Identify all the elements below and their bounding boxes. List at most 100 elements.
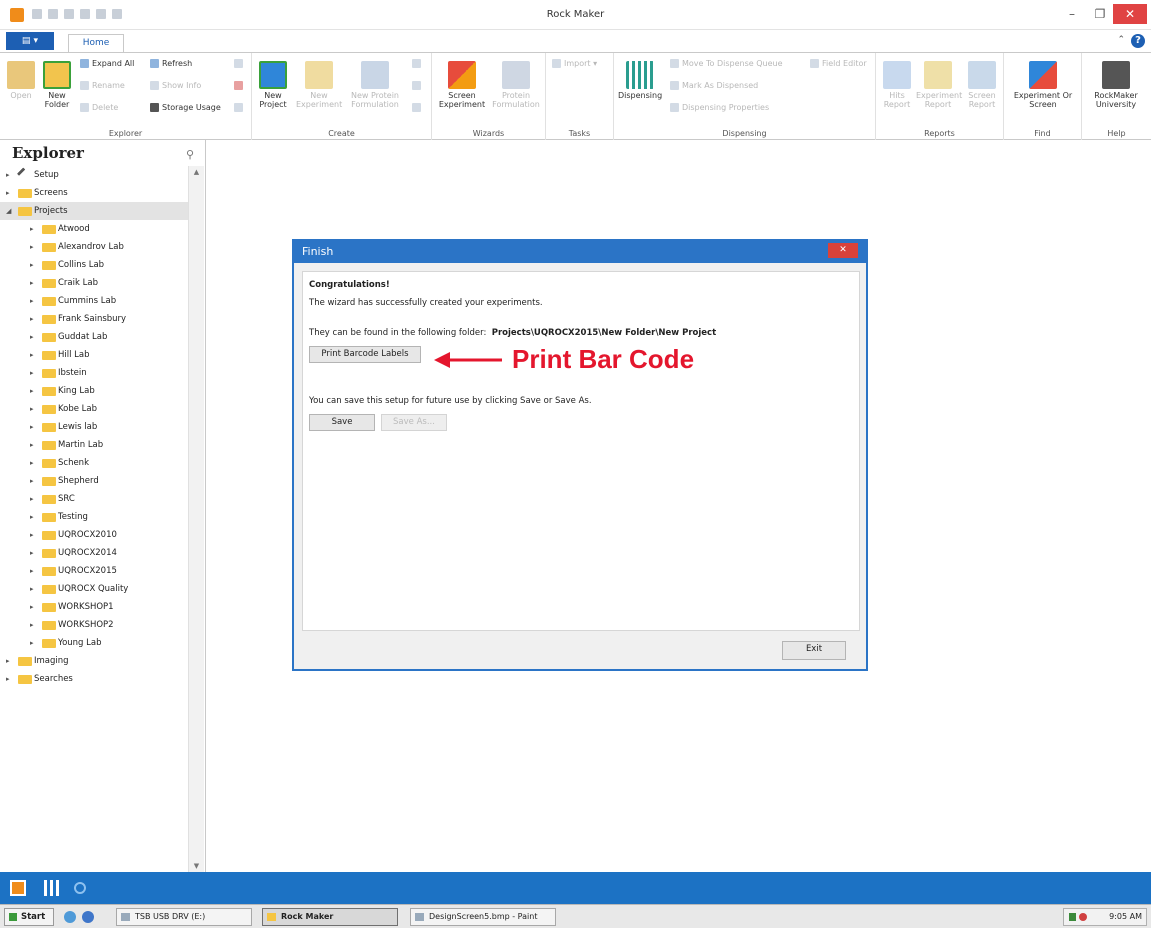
expand-arrow-icon[interactable]: ▸ [6,670,10,688]
ribbon-extra-icon-2[interactable] [234,81,246,90]
tree-item[interactable]: ▸ Lewis lab [0,418,188,436]
tree-item[interactable]: ▸ Ibstein [0,364,188,382]
tree-item[interactable]: ▸ UQROCX2015 [0,562,188,580]
tree-item[interactable]: ▸ WORKSHOP2 [0,616,188,634]
tree-item[interactable]: ▸ King Lab [0,382,188,400]
tree-item[interactable]: ▸ SRC [0,490,188,508]
new-protein-formulation-button[interactable]: New Protein Formulation [346,61,404,109]
new-project-button[interactable]: New Project [256,61,290,109]
tree-item[interactable]: ▸ UQROCX2014 [0,544,188,562]
tree-item[interactable]: ▸ UQROCX2010 [0,526,188,544]
expand-arrow-icon[interactable]: ▸ [30,598,34,616]
tree-item[interactable]: ▸ Kobe Lab [0,400,188,418]
search-bar-icon[interactable] [74,882,86,894]
move-to-dispense-queue-button[interactable]: Move To Dispense Queue [670,59,783,68]
expand-arrow-icon[interactable]: ▸ [6,166,10,184]
tree-item[interactable]: ◢ Projects [0,202,188,220]
mark-as-dispensed-button[interactable]: Mark As Dispensed [670,81,758,90]
explorer-quicklaunch-icon[interactable] [82,911,94,923]
scroll-down-icon[interactable]: ▼ [189,862,204,870]
tree-item[interactable]: ▸ Guddat Lab [0,328,188,346]
expand-arrow-icon[interactable]: ▸ [30,328,34,346]
dispensing-button[interactable]: Dispensing [618,61,662,100]
tree-item[interactable]: ▸ UQROCX Quality [0,580,188,598]
experiment-report-button[interactable]: Experiment Report [916,61,962,109]
delete-button[interactable]: Delete [80,103,118,112]
experiment-or-screen-button[interactable]: Experiment Or Screen [1008,61,1078,109]
taskbar-item[interactable]: DesignScreen5.bmp - Paint [410,908,556,926]
tree-item[interactable]: ▸ Searches [0,670,188,688]
exit-button[interactable]: Exit [782,641,846,660]
expand-arrow-icon[interactable]: ▸ [30,508,34,526]
expand-arrow-icon[interactable]: ▸ [30,418,34,436]
expand-arrow-icon[interactable]: ▸ [30,472,34,490]
tab-home[interactable]: Home [68,34,124,52]
expand-arrow-icon[interactable]: ▸ [30,310,34,328]
rename-button[interactable]: Rename [80,81,125,90]
close-button[interactable]: ✕ [1113,4,1147,24]
expand-arrow-icon[interactable]: ▸ [30,616,34,634]
expand-arrow-icon[interactable]: ▸ [30,400,34,418]
expand-arrow-icon[interactable]: ▸ [30,562,34,580]
collapse-ribbon-icon[interactable]: ⌃ [1117,35,1125,45]
expand-arrow-icon[interactable]: ▸ [30,238,34,256]
screen-experiment-button[interactable]: Screen Experiment [438,61,486,109]
tree-item[interactable]: ▸ Frank Sainsbury [0,310,188,328]
dispensing-properties-button[interactable]: Dispensing Properties [670,103,769,112]
expand-arrow-icon[interactable]: ▸ [30,526,34,544]
tree-item[interactable]: ▸ Craik Lab [0,274,188,292]
expand-arrow-icon[interactable]: ▸ [6,652,10,670]
tree-item[interactable]: ▸ Setup [0,166,188,184]
expand-arrow-icon[interactable]: ▸ [30,580,34,598]
tree-item[interactable]: ▸ Schenk [0,454,188,472]
new-experiment-button[interactable]: New Experiment [296,61,342,109]
print-barcode-labels-button[interactable]: Print Barcode Labels [309,346,421,363]
tree-item[interactable]: ▸ Shepherd [0,472,188,490]
pin-icon[interactable]: ⚲ [186,148,194,161]
save-as-button[interactable]: Save As... [381,414,447,431]
minimize-button[interactable]: – [1059,4,1085,24]
tree-item[interactable]: ▸ Hill Lab [0,346,188,364]
tree-item[interactable]: ▸ WORKSHOP1 [0,598,188,616]
tree-item[interactable]: ▸ Atwood [0,220,188,238]
scroll-up-icon[interactable]: ▲ [189,168,204,176]
tree-item[interactable]: ▸ Martin Lab [0,436,188,454]
expand-arrow-icon[interactable]: ▸ [30,454,34,472]
expand-all-button[interactable]: Expand All [80,59,134,68]
expand-arrow-icon[interactable]: ▸ [30,364,34,382]
field-editor-button[interactable]: Field Editor [810,59,867,68]
tree-item[interactable]: ▸ Screens [0,184,188,202]
refresh-button[interactable]: Refresh [150,59,192,68]
taskbar-item[interactable]: TSB USB DRV (E:) [116,908,252,926]
explorer-scrollbar[interactable]: ▲ ▼ [188,166,204,872]
expand-arrow-icon[interactable]: ▸ [6,184,10,202]
filter-small-icon[interactable] [412,103,424,112]
expand-arrow-icon[interactable]: ▸ [30,346,34,364]
save-button[interactable]: Save [309,414,375,431]
tree-item[interactable]: ▸ Young Lab [0,634,188,652]
open-button[interactable]: Open [6,61,36,100]
rockmaker-home-icon[interactable] [10,880,26,896]
network-icon[interactable] [1069,913,1076,921]
create-extra-icon-1[interactable] [412,59,424,68]
screen-report-button[interactable]: Screen Report [964,61,1000,109]
new-folder-button[interactable]: New Folder [40,61,74,109]
taskbar-item[interactable]: Rock Maker [262,908,398,926]
import-button[interactable]: Import ▾ [552,59,597,68]
start-button[interactable]: Start [4,908,54,926]
hits-report-button[interactable]: Hits Report [880,61,914,109]
tree-item[interactable]: ▸ Testing [0,508,188,526]
tree-item[interactable]: ▸ Imaging [0,652,188,670]
tree-item[interactable]: ▸ Alexandrov Lab [0,238,188,256]
security-icon[interactable] [1079,913,1087,921]
expand-arrow-icon[interactable]: ▸ [30,436,34,454]
help-icon[interactable]: ? [1131,34,1145,48]
ribbon-extra-icon-3[interactable] [234,103,246,112]
file-menu-button[interactable]: ▤ ▾ [6,32,54,50]
expand-arrow-icon[interactable]: ▸ [30,220,34,238]
expand-arrow-icon[interactable]: ▸ [30,544,34,562]
tree-item[interactable]: ▸ Collins Lab [0,256,188,274]
search-small-icon[interactable] [412,81,424,90]
show-info-button[interactable]: Show Info [150,81,201,90]
ie-quicklaunch-icon[interactable] [64,911,76,923]
